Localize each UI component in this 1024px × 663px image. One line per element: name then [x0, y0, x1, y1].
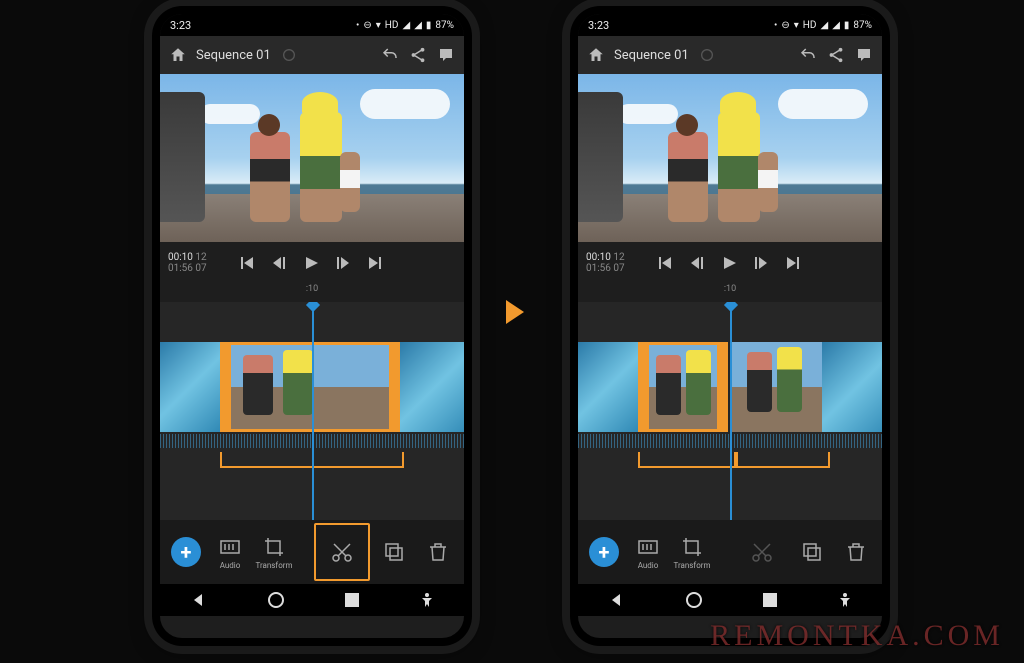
status-bar: 3:23 • ⊖ ▾ HD ◢ ◢ ▮ 87%	[160, 14, 464, 36]
comment-icon[interactable]	[854, 45, 874, 65]
timeline-ruler: :10	[160, 284, 464, 302]
battery-icon: ▮	[426, 20, 432, 31]
skip-start-icon[interactable]	[238, 254, 256, 272]
add-button[interactable]: +	[584, 525, 624, 579]
battery-icon: ▮	[844, 20, 850, 31]
dnd-icon: ⊖	[781, 20, 789, 31]
playback-controls: 00:10 12 01:56 07	[160, 242, 464, 284]
signal2-icon: ◢	[414, 20, 422, 31]
playhead[interactable]	[730, 302, 732, 520]
video-preview[interactable]	[160, 74, 464, 242]
hd-label: HD	[385, 20, 399, 31]
loading-icon	[279, 45, 299, 65]
time-display: 00:10 12 01:56 07	[168, 252, 207, 274]
clip-3[interactable]	[400, 342, 464, 432]
sequence-title[interactable]: Sequence 01	[614, 48, 689, 63]
nav-accessibility-icon[interactable]	[838, 592, 852, 608]
clip-1[interactable]	[578, 342, 638, 432]
clip-handle-right[interactable]	[389, 345, 397, 429]
skip-start-icon[interactable]	[656, 254, 674, 272]
wifi-icon: ▾	[376, 20, 381, 31]
step-back-icon[interactable]	[688, 254, 706, 272]
signal2-icon: ◢	[832, 20, 840, 31]
transition-arrow-icon	[506, 300, 524, 324]
nav-back-icon[interactable]	[190, 592, 206, 608]
watermark: REMONTKA.COM	[710, 619, 1004, 653]
duplicate-tool[interactable]	[792, 525, 832, 579]
loading-icon	[697, 45, 717, 65]
duplicate-tool[interactable]	[374, 525, 414, 579]
transform-tool[interactable]: Transform	[672, 525, 712, 579]
clip-1[interactable]	[160, 342, 220, 432]
comment-icon[interactable]	[436, 45, 456, 65]
phone-after: 3:23 • ⊖ ▾ HD ◢ ◢ ▮ 87% Sequence 01 00:1…	[570, 6, 890, 646]
home-icon[interactable]	[168, 45, 188, 65]
wifi-icon: ▾	[794, 20, 799, 31]
clip-2a-selected[interactable]	[638, 342, 728, 432]
timeline[interactable]	[578, 302, 882, 520]
nav-recent-icon[interactable]	[763, 593, 777, 607]
delete-tool[interactable]	[418, 525, 458, 579]
add-button[interactable]: +	[166, 525, 206, 579]
clip-3[interactable]	[822, 342, 882, 432]
share-icon[interactable]	[408, 45, 428, 65]
nav-recent-icon[interactable]	[345, 593, 359, 607]
play-icon[interactable]	[302, 254, 320, 272]
nav-back-icon[interactable]	[608, 592, 624, 608]
undo-icon[interactable]	[798, 45, 818, 65]
nav-accessibility-icon[interactable]	[420, 592, 434, 608]
video-preview[interactable]	[578, 74, 882, 242]
clip-2b[interactable]	[732, 342, 822, 432]
playhead[interactable]	[312, 302, 314, 520]
app-bar: Sequence 01	[160, 36, 464, 74]
undo-icon[interactable]	[380, 45, 400, 65]
hd-label: HD	[803, 20, 817, 31]
clip-range-bracket-b	[736, 452, 830, 468]
split-tool-disabled	[736, 525, 788, 579]
step-fwd-icon[interactable]	[334, 254, 352, 272]
step-back-icon[interactable]	[270, 254, 288, 272]
step-fwd-icon[interactable]	[752, 254, 770, 272]
clip-range-bracket-a	[638, 452, 736, 468]
bottom-toolbar: + Audio Transform	[160, 520, 464, 584]
dnd-icon: ⊖	[363, 20, 371, 31]
status-dot: •	[774, 20, 777, 31]
clip-2-selected[interactable]	[220, 342, 400, 432]
status-time: 3:23	[170, 19, 191, 32]
signal-icon: ◢	[821, 20, 829, 31]
status-dot: •	[356, 20, 359, 31]
nav-home-icon[interactable]	[267, 591, 285, 609]
signal-icon: ◢	[403, 20, 411, 31]
app-bar: Sequence 01	[578, 36, 882, 74]
time-display: 00:10 12 01:56 07	[586, 252, 625, 274]
clip-handle-left[interactable]	[641, 345, 649, 429]
nav-home-icon[interactable]	[685, 591, 703, 609]
android-navbar	[578, 584, 882, 616]
timeline[interactable]	[160, 302, 464, 520]
battery-pct: 87%	[853, 20, 872, 31]
audio-tool[interactable]: Audio	[210, 525, 250, 579]
phone-before: 3:23 • ⊖ ▾ HD ◢ ◢ ▮ 87% Sequence 01 00:1…	[152, 6, 472, 646]
playback-controls: 00:10 12 01:56 07	[578, 242, 882, 284]
share-icon[interactable]	[826, 45, 846, 65]
status-bar: 3:23 • ⊖ ▾ HD ◢ ◢ ▮ 87%	[578, 14, 882, 36]
delete-tool[interactable]	[836, 525, 876, 579]
transform-tool[interactable]: Transform	[254, 525, 294, 579]
play-icon[interactable]	[720, 254, 738, 272]
clip-handle-left[interactable]	[223, 345, 231, 429]
home-icon[interactable]	[586, 45, 606, 65]
battery-pct: 87%	[435, 20, 454, 31]
split-tool-highlighted[interactable]	[314, 523, 370, 581]
sequence-title[interactable]: Sequence 01	[196, 48, 271, 63]
skip-end-icon[interactable]	[366, 254, 384, 272]
android-navbar	[160, 584, 464, 616]
bottom-toolbar: + Audio Transform	[578, 520, 882, 584]
status-time: 3:23	[588, 19, 609, 32]
skip-end-icon[interactable]	[784, 254, 802, 272]
audio-tool[interactable]: Audio	[628, 525, 668, 579]
clip-handle-right[interactable]	[717, 345, 725, 429]
timeline-ruler: :10	[578, 284, 882, 302]
